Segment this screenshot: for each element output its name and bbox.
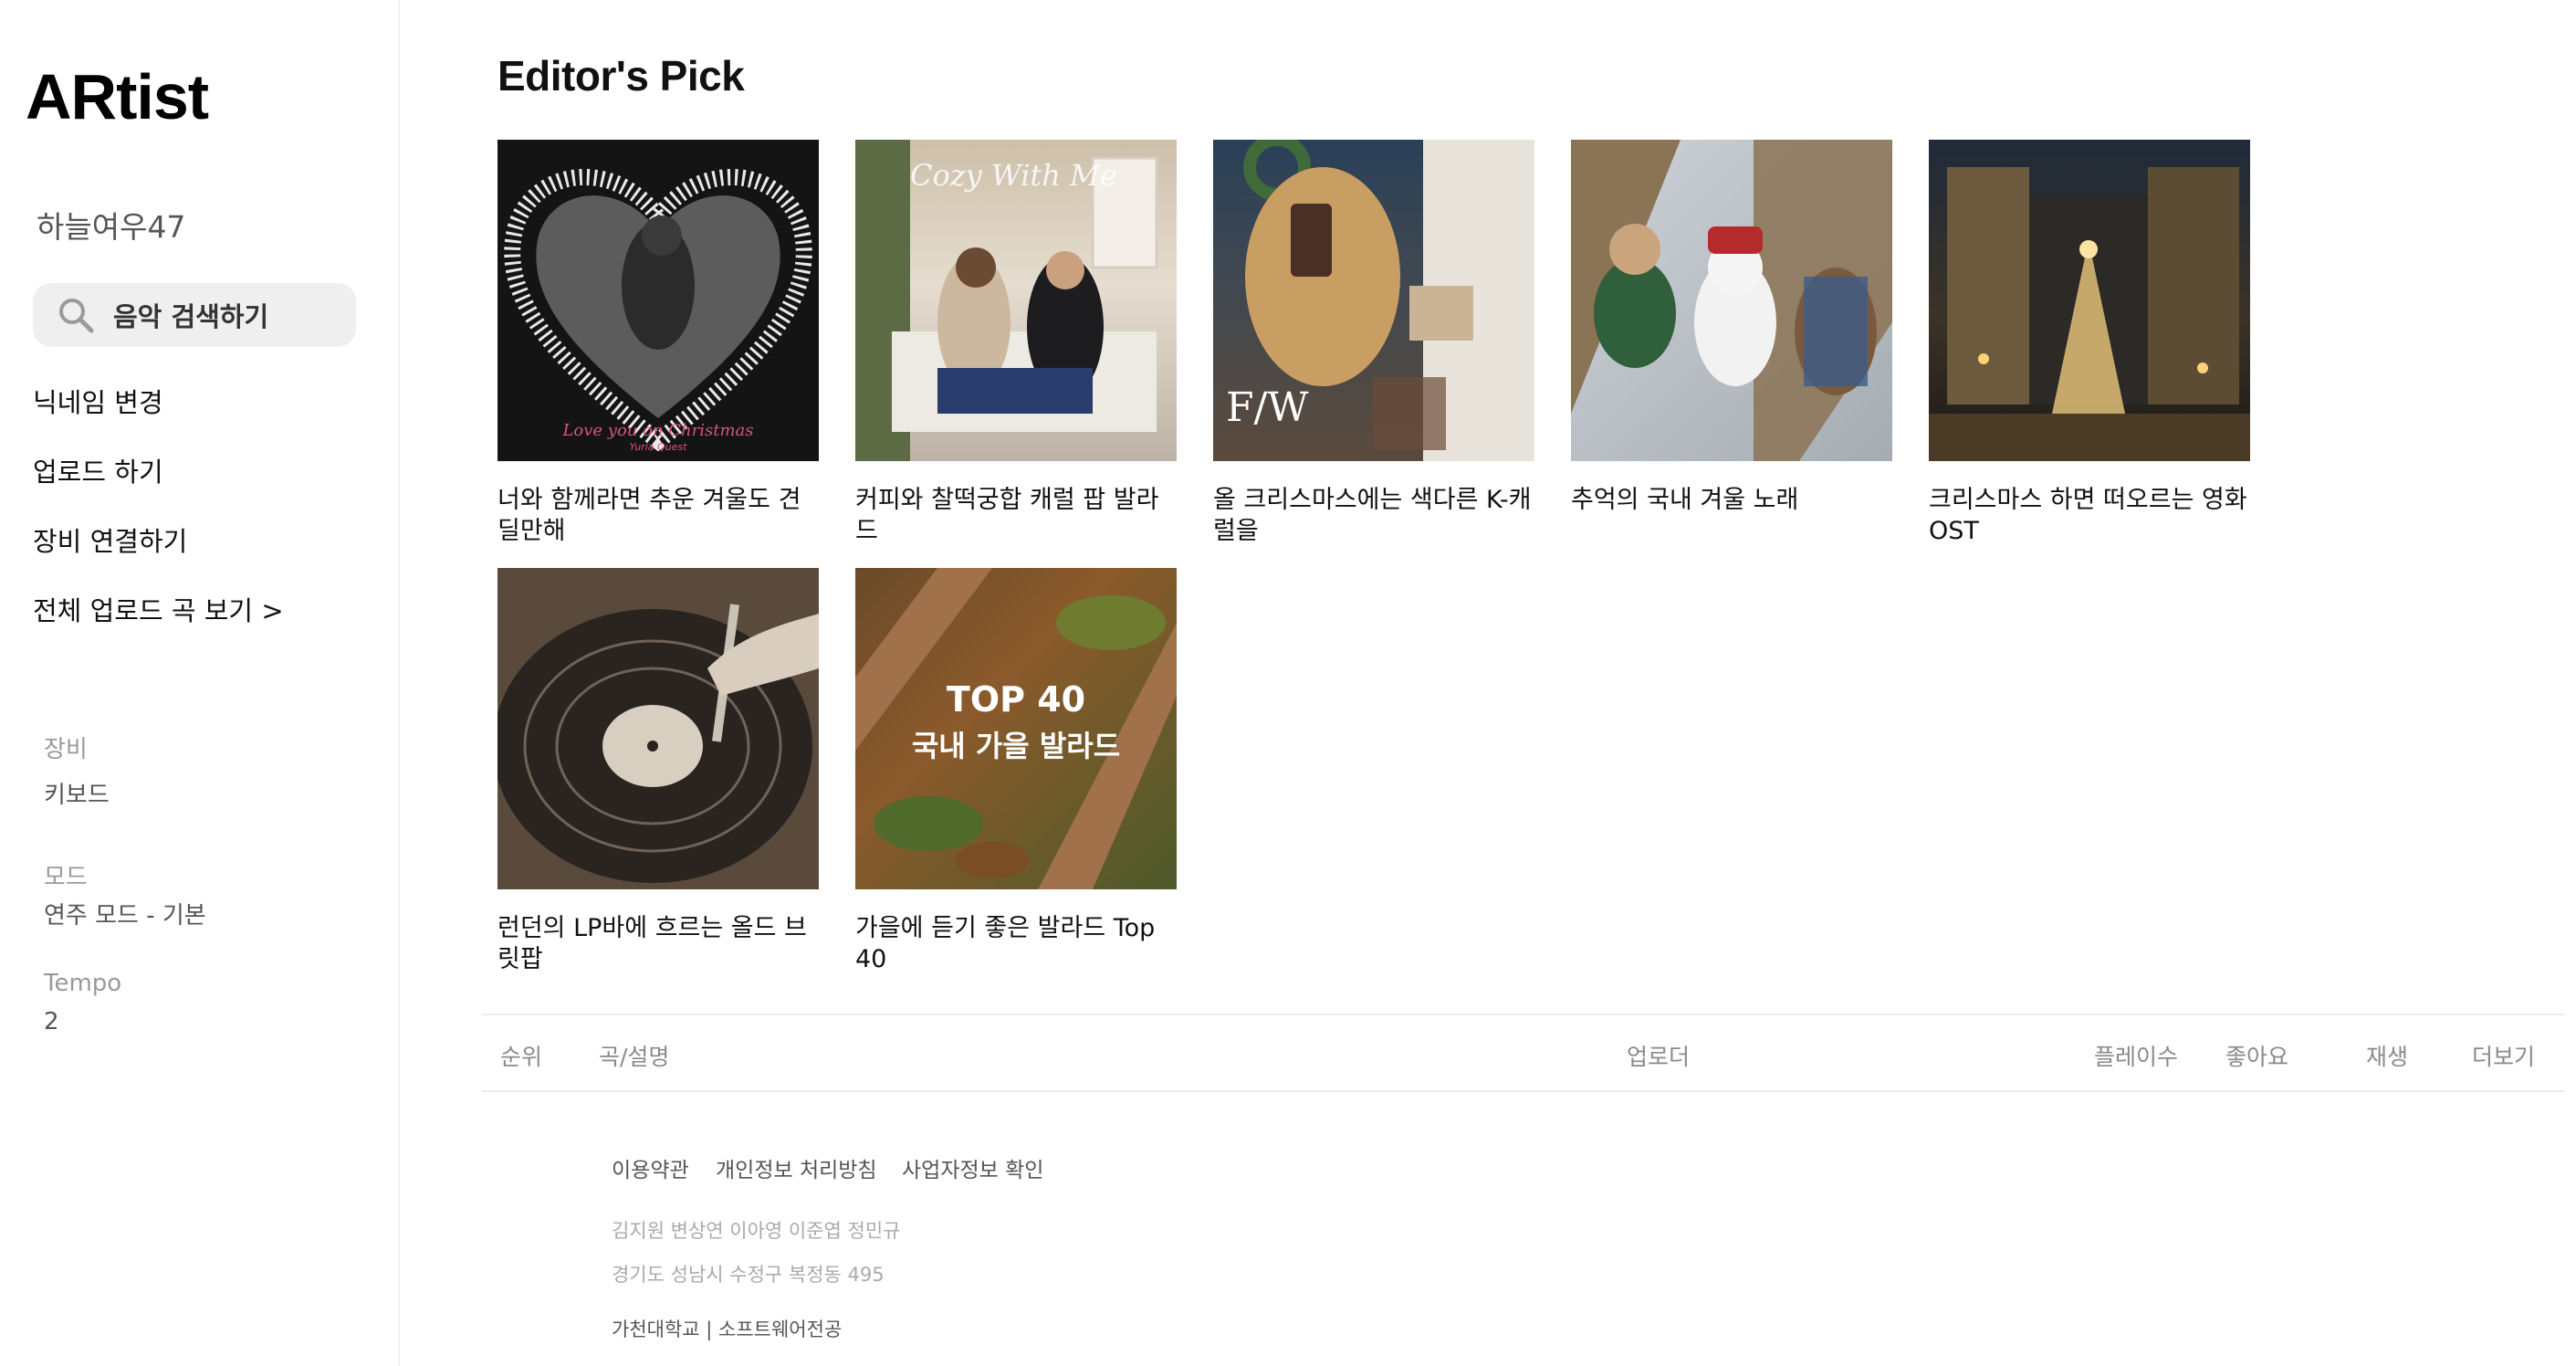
column-divider (2207, 1015, 2213, 1090)
column-song: 곡/설명 (599, 1044, 670, 1070)
device-label: 장비 (44, 736, 88, 763)
cover-text: Cozy With Me (910, 158, 1117, 193)
album-cover[interactable] (497, 568, 819, 889)
column-divider (1608, 1015, 1614, 1090)
cover-subtext: Yuria Quest (629, 441, 687, 453)
column-more: 더보기 (2472, 1044, 2536, 1070)
cover-subtext: 국내 가을 발라드 (911, 729, 1121, 763)
playlist-card[interactable]: F/W 올 크리스마스에는 색다른 K-캐럴을 (1213, 140, 1534, 547)
song-table-header: 순위 곡/설명 업로더 플레이수 좋아요 재생 더보기 (482, 1014, 2565, 1092)
footer-address: 경기도 성남시 수정구 복정동 495 (612, 1264, 885, 1286)
playlist-title[interactable]: 크리스마스 하면 떠오르는 영화 OST (1929, 485, 2250, 547)
cover-text: F/W (1226, 384, 1309, 431)
tempo-label: Tempo (44, 970, 122, 997)
column-divider (557, 1015, 562, 1090)
playlist-card[interactable]: TOP 40 국내 가을 발라드 가을에 듣기 좋은 발라드 Top 40 (855, 568, 1177, 975)
column-play: 재생 (2366, 1044, 2409, 1070)
menu-connect-device[interactable]: 장비 연결하기 (33, 520, 187, 559)
playlist-title[interactable]: 추억의 국내 겨울 노래 (1571, 485, 1892, 516)
column-divider (2074, 1015, 2079, 1090)
footer-privacy-link[interactable]: 개인정보 처리방침 (716, 1152, 877, 1183)
tempo-value: 2 (44, 1008, 59, 1035)
sidebar: ARtist 하늘여우47 음악 검색하기 닉네임 변경 업로드 하기 장비 연… (0, 0, 400, 1366)
search-label: 음악 검색하기 (113, 301, 269, 332)
column-likes: 좋아요 (2225, 1044, 2289, 1070)
cover-text: Love you on Christmas (562, 421, 754, 440)
editors-pick-title: Editor's Pick (497, 52, 745, 100)
playlist-card[interactable]: 크리스마스 하면 떠오르는 영화 OST (1929, 140, 2250, 547)
footer-terms-link[interactable]: 이용약관 (612, 1152, 689, 1183)
column-plays: 플레이수 (2094, 1044, 2179, 1070)
menu-all-uploads[interactable]: 전체 업로드 곡 보기 > (33, 590, 284, 628)
column-divider (2454, 1015, 2459, 1090)
cover-text: TOP 40 (946, 679, 1086, 720)
playlist-title[interactable]: 런던의 LP바에 흐르는 올드 브릿팝 (497, 913, 819, 975)
album-cover[interactable] (1571, 140, 1892, 461)
album-cover[interactable]: Love you on Christmas Yuria Quest (497, 140, 819, 461)
playlist-card[interactable]: 추억의 국내 겨울 노래 (1571, 140, 1892, 516)
playlist-title[interactable]: 올 크리스마스에는 색다른 K-캐럴을 (1213, 485, 1534, 547)
menu-change-nickname[interactable]: 닉네임 변경 (33, 382, 163, 420)
playlist-title[interactable]: 가을에 듣기 좋은 발라드 Top 40 (855, 913, 1177, 975)
user-nickname: 하늘여우47 (37, 209, 186, 245)
footer-school: 가천대학교 | 소프트웨어전공 (612, 1319, 843, 1340)
album-cover[interactable]: F/W (1213, 140, 1534, 461)
menu-upload[interactable]: 업로드 하기 (33, 451, 163, 489)
mode-value: 연주 모드 - 기본 (44, 902, 206, 930)
album-cover[interactable]: Cozy With Me (855, 140, 1177, 461)
playlist-card[interactable]: 런던의 LP바에 흐르는 올드 브릿팝 (497, 568, 819, 975)
album-cover[interactable] (1929, 140, 2250, 461)
column-uploader: 업로더 (1627, 1044, 1691, 1070)
footer-business-info-link[interactable]: 사업자정보 확인 (902, 1152, 1043, 1183)
device-value: 키보드 (44, 782, 110, 809)
music-search-button[interactable]: 음악 검색하기 (33, 283, 356, 347)
mode-label: 모드 (44, 864, 88, 891)
footer-members: 김지원 변상연 이아영 이준엽 정민규 (612, 1220, 901, 1242)
playlist-card[interactable]: Cozy With Me 커피와 찰떡궁합 캐럴 팝 발라드 (855, 140, 1177, 547)
playlist-title[interactable]: 너와 함께라면 추운 겨울도 견딜만해 (497, 485, 819, 547)
playlist-title[interactable]: 커피와 찰떡궁합 캐럴 팝 발라드 (855, 485, 1177, 547)
column-rank: 순위 (500, 1044, 543, 1070)
app-logo[interactable]: ARtist (26, 60, 209, 133)
search-icon (59, 299, 94, 333)
playlist-card[interactable]: Love you on Christmas Yuria Quest 너와 함께라… (497, 140, 819, 547)
album-cover[interactable]: TOP 40 국내 가을 발라드 (855, 568, 1177, 889)
column-divider (2330, 1015, 2335, 1090)
